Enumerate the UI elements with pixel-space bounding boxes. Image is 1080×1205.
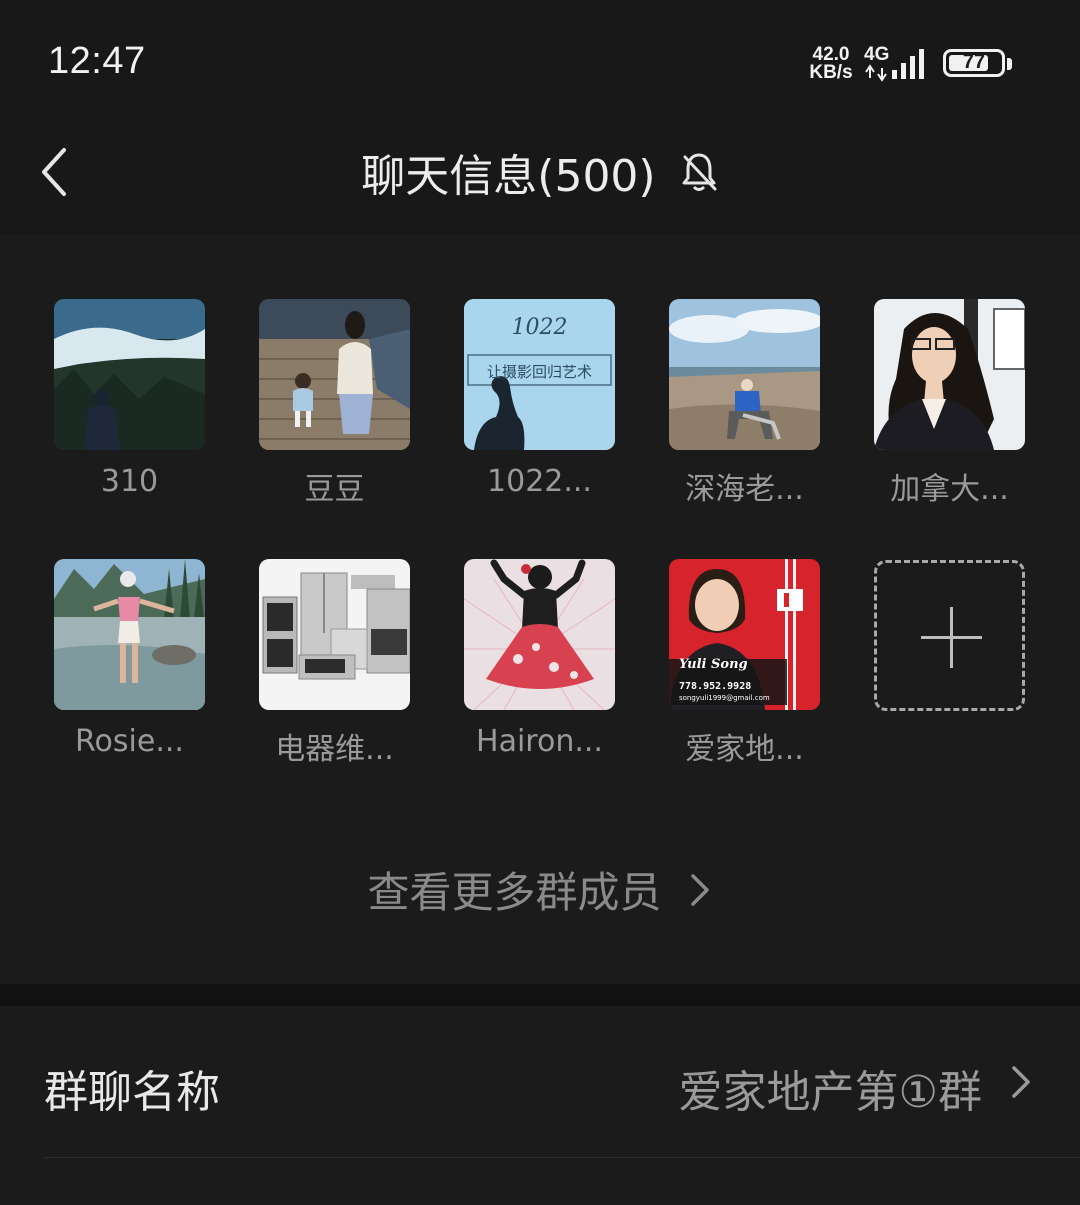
status-time: 12:47	[48, 40, 146, 82]
member-grid: 310 豆豆 1022 让摄影回归艺术 1022... 深海老... 加拿大..…	[0, 234, 1080, 984]
battery-level: 77	[962, 51, 986, 73]
page-title: 聊天信息(500)	[361, 151, 656, 202]
member-name: 310	[100, 464, 159, 499]
member-name: 电器维...	[275, 732, 394, 767]
group-name-row[interactable]: 群聊名称 爱家地产第①群	[0, 1006, 1080, 1158]
avatar[interactable]	[874, 299, 1025, 450]
battery-icon: 77	[943, 49, 1005, 77]
avatar-caption-email: songyuli1999@gmail.com	[679, 694, 770, 702]
network-speed-unit: KB/s	[809, 62, 853, 83]
member-name: Hairon...	[476, 724, 603, 759]
avatar[interactable]	[669, 299, 820, 450]
member-name: 1022...	[487, 464, 592, 499]
member-item[interactable]: 1022 让摄影回归艺术 1022...	[464, 299, 615, 499]
member-item[interactable]: 310	[54, 299, 205, 499]
member-name: 爱家地...	[685, 732, 804, 767]
battery-tip	[1007, 58, 1012, 70]
add-member-button[interactable]	[874, 560, 1025, 711]
member-item[interactable]: 豆豆	[259, 299, 410, 508]
member-name: 加拿大...	[890, 472, 1009, 507]
member-item[interactable]: 电器维...	[259, 559, 410, 768]
avatar[interactable]	[54, 559, 205, 710]
avatar[interactable]	[259, 559, 410, 710]
avatar-caption-number: 1022	[511, 315, 568, 340]
member-name: Rosie...	[75, 724, 184, 759]
nav-bar: 聊天信息(500)	[0, 118, 1080, 234]
row-separator	[44, 1157, 1080, 1158]
avatar[interactable]	[464, 559, 615, 710]
avatar[interactable]	[259, 299, 410, 450]
avatar-caption-name: Yuli Song	[679, 657, 748, 672]
chevron-right-icon	[690, 873, 709, 906]
avatar-caption-phone: 778.952.9928	[679, 681, 752, 692]
signal-icon	[865, 49, 924, 82]
group-name-value: 爱家地产第①群	[678, 1067, 982, 1118]
view-more-label: 查看更多群成员	[367, 868, 662, 917]
member-item[interactable]: 加拿大...	[874, 299, 1025, 508]
avatar[interactable]	[54, 299, 205, 450]
member-item[interactable]: Hairon...	[464, 559, 615, 759]
member-name: 深海老...	[685, 472, 804, 507]
status-bar: 12:47 42.0 KB/s 4G 77	[0, 0, 1080, 118]
member-item[interactable]: Rosie...	[54, 559, 205, 759]
network-speed: 42.0 KB/s	[806, 45, 856, 83]
avatar[interactable]: 1022 让摄影回归艺术	[464, 299, 615, 450]
section-divider	[0, 984, 1080, 1006]
member-name: 豆豆	[304, 472, 365, 507]
member-item[interactable]: 深海老...	[669, 299, 820, 508]
avatar[interactable]: Yuli Song 778.952.9928 songyuli1999@gmai…	[669, 559, 820, 710]
avatar-caption-slogan: 让摄影回归艺术	[486, 363, 592, 381]
view-more-members-link[interactable]: 查看更多群成员	[0, 859, 1080, 920]
group-name-label: 群聊名称	[44, 1067, 220, 1118]
bell-off-icon[interactable]	[679, 151, 719, 193]
chevron-right-icon	[1012, 1066, 1030, 1098]
member-item[interactable]: Yuli Song 778.952.9928 songyuli1999@gmai…	[669, 559, 820, 768]
